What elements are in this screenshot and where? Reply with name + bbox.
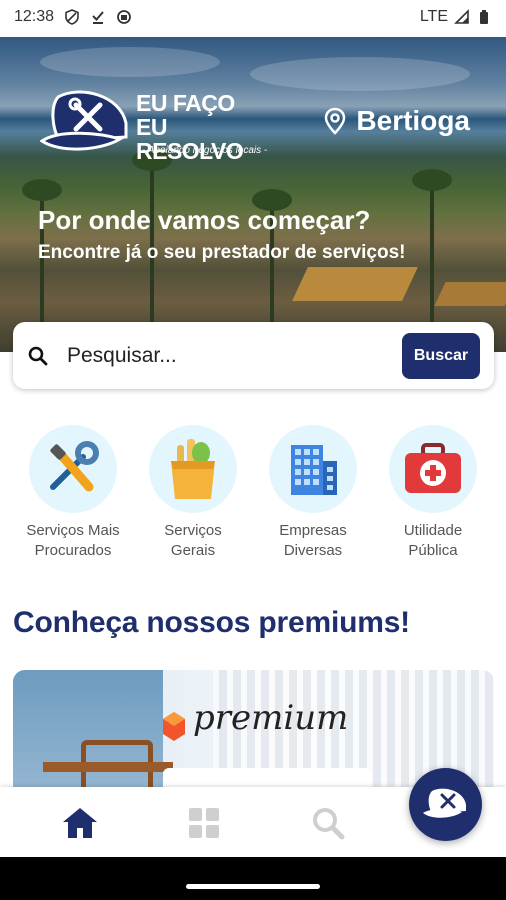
kiosk-roof — [434, 282, 506, 306]
hero-subtitle: Encontre já o seu prestador de serviços! — [38, 242, 406, 263]
tools-icon — [50, 441, 99, 492]
download-done-icon — [92, 11, 104, 24]
premium-logo-icon — [163, 712, 185, 741]
search-bar: Buscar — [13, 322, 494, 389]
grid-icon — [189, 808, 219, 838]
status-bar: 12:38 LTE — [0, 0, 506, 34]
category-label-line: Empresas — [279, 522, 347, 539]
category-label: Serviços Mais Procurados — [13, 521, 133, 561]
grocery-bag-icon — [171, 439, 215, 499]
banner-table — [43, 762, 173, 772]
category-label: Serviços Gerais — [133, 521, 253, 561]
nav-search[interactable] — [308, 803, 348, 843]
category-label-line: Serviços — [164, 522, 222, 539]
category-icon-circle — [269, 425, 357, 513]
cap-logo-icon — [40, 90, 128, 151]
category-label: Empresas Diversas — [253, 521, 373, 561]
sync-icon — [117, 10, 131, 24]
home-gesture-handle[interactable] — [186, 884, 320, 889]
category-icon-circle — [389, 425, 477, 513]
network-type: LTE — [419, 8, 448, 25]
search-icon — [313, 808, 345, 840]
search-input[interactable] — [67, 343, 402, 368]
brand-tagline: - Apoiando negócios locais - — [142, 145, 268, 156]
search-icon — [28, 346, 48, 365]
cap-tools-icon — [422, 788, 466, 818]
category-label-line: Procurados — [34, 542, 112, 559]
palm-tree — [412, 169, 452, 191]
nav-home[interactable] — [60, 803, 100, 843]
hero-title: Por onde vamos começar? — [38, 205, 371, 235]
shield-icon — [65, 9, 79, 25]
category-label: Utilidade Pública — [373, 521, 493, 561]
buildings-icon — [291, 445, 337, 495]
app-screen: 12:38 LTE EU FAÇO EU RESOLVO - Apoiando … — [0, 0, 506, 900]
first-aid-kit-icon — [405, 443, 461, 493]
city-selector[interactable]: Bertioga — [324, 105, 470, 137]
brand-fab-button[interactable] — [409, 768, 482, 841]
location-pin-icon — [325, 107, 346, 135]
category-public-utility[interactable]: Utilidade Pública — [373, 425, 493, 561]
signal-icon — [454, 9, 469, 24]
category-label-line: Gerais — [170, 542, 216, 559]
city-name: Bertioga — [356, 105, 470, 136]
brand-logo: EU FAÇO EU RESOLVO - Apoiando negócios l… — [40, 89, 280, 189]
category-icon-circle — [149, 425, 237, 513]
category-label-line: Diversas — [283, 542, 343, 559]
category-various-companies[interactable]: Empresas Diversas — [253, 425, 373, 561]
category-general-services[interactable]: Serviços Gerais — [133, 425, 253, 561]
category-label-line: Pública — [408, 542, 458, 559]
category-most-requested[interactable]: Serviços Mais Procurados — [13, 425, 133, 561]
premium-word: premium — [193, 698, 349, 738]
cloud — [40, 47, 220, 77]
hero-banner: EU FAÇO EU RESOLVO - Apoiando negócios l… — [0, 37, 506, 352]
cloud — [250, 57, 470, 91]
category-list: Serviços Mais Procurados Serviços Gerais — [0, 425, 506, 565]
premium-section-title: Conheça nossos premiums! — [13, 606, 410, 639]
category-icon-circle — [29, 425, 117, 513]
nav-categories[interactable] — [184, 803, 224, 843]
battery-icon — [480, 10, 488, 24]
system-navigation-bar — [0, 857, 506, 900]
home-icon — [63, 808, 97, 838]
status-time: 12:38 — [14, 8, 55, 25]
category-label-line: Serviços Mais — [26, 522, 120, 539]
brand-line-1: EU FAÇO — [136, 90, 235, 116]
category-label-line: Utilidade — [403, 522, 463, 539]
search-button[interactable]: Buscar — [402, 332, 480, 379]
kiosk-roof — [292, 267, 418, 301]
